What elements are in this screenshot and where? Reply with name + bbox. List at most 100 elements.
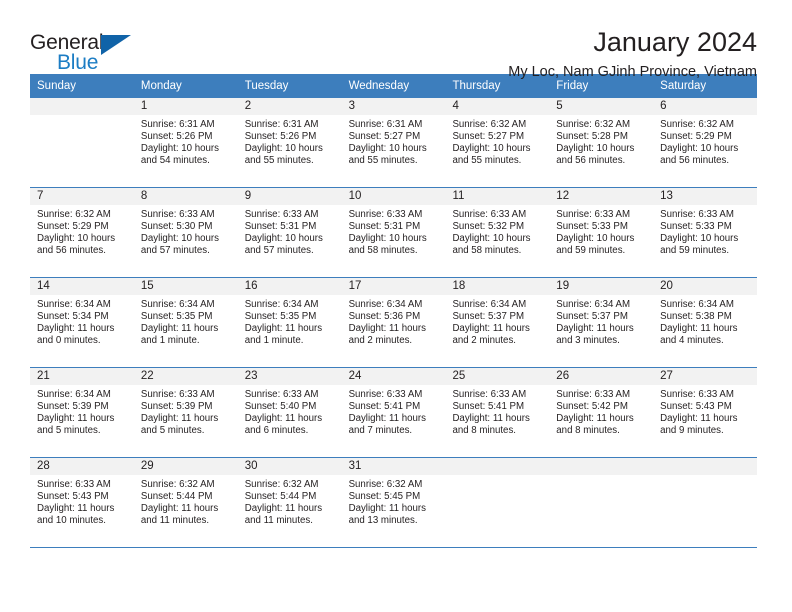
day-number: 4 xyxy=(445,98,550,116)
day-cell-4[interactable]: 4 Sunrise: 6:32 AM Sunset: 5:27 PM Daylight… xyxy=(445,98,550,188)
sunset-text: Sunset: 5:44 PM xyxy=(140,491,213,503)
sunset-text: Sunset: 5:27 PM xyxy=(348,131,421,143)
sunset-text: Sunset: 5:43 PM xyxy=(37,491,109,503)
grid-bottom-border xyxy=(30,547,757,549)
day-cell-28[interactable]: 28 Sunrise: 6:33 AM Sunset: 5:43 PM Dayligh… xyxy=(30,458,134,548)
day-cell-11[interactable]: 11 Sunrise: 6:33 AM Sunset: 5:32 PM Dayligh… xyxy=(445,188,550,278)
sunrise-text: Sunrise: 6:34 AM xyxy=(140,299,215,311)
day-number: 7 xyxy=(30,188,134,206)
sunrise-text: Sunrise: 6:34 AM xyxy=(348,299,423,311)
calendar-week-row: 28 Sunrise: 6:33 AM Sunset: 5:43 PM Dayligh… xyxy=(30,457,758,548)
sunrise-text: Sunrise: 6:31 AM xyxy=(244,119,319,131)
daylight-text-line1: Daylight: 11 hours xyxy=(660,413,738,425)
sunrise-text: Sunrise: 6:31 AM xyxy=(348,119,423,131)
daylight-text-line1: Daylight: 10 hours xyxy=(556,233,635,245)
day-details: Sunrise: 6:33 AM Sunset: 5:32 PM Daylight:… xyxy=(445,205,549,257)
day-cell-19[interactable]: 19 Sunrise: 6:34 AM Sunset: 5:37 PM Dayligh… xyxy=(549,278,654,368)
day-number: 31 xyxy=(341,458,446,476)
sunset-text: Sunset: 5:27 PM xyxy=(452,131,525,143)
day-cell-27[interactable]: 27 Sunrise: 6:33 AM Sunset: 5:43 PM Dayligh… xyxy=(653,368,758,458)
day-cell-1[interactable]: 1 Sunrise: 6:31 AM Sunset: 5:26 PM Daylight… xyxy=(133,98,238,188)
sunrise-text: Sunrise: 6:32 AM xyxy=(452,119,527,131)
daylight-text-line2: and 1 minute. xyxy=(140,335,200,347)
day-cell-31[interactable]: 31 Sunrise: 6:32 AM Sunset: 5:45 PM Dayligh… xyxy=(341,458,446,548)
day-cell-7[interactable]: 7 Sunrise: 6:32 AM Sunset: 5:29 PM Daylight… xyxy=(30,188,134,278)
day-details: Sunrise: 6:32 AM Sunset: 5:29 PM Daylight:… xyxy=(30,205,134,257)
sunset-text: Sunset: 5:39 PM xyxy=(140,401,213,413)
daylight-text-line1: Daylight: 10 hours xyxy=(660,143,739,155)
day-cell-17[interactable]: 17 Sunrise: 6:34 AM Sunset: 5:36 PM Dayligh… xyxy=(341,278,446,368)
daylight-text-line1: Daylight: 11 hours xyxy=(556,413,634,425)
day-details: Sunrise: 6:33 AM Sunset: 5:40 PM Daylight:… xyxy=(238,385,342,437)
day-number: 8 xyxy=(133,188,238,206)
day-details: Sunrise: 6:33 AM Sunset: 5:33 PM Daylight:… xyxy=(653,205,757,257)
day-number: 5 xyxy=(549,98,654,116)
sunrise-text: Sunrise: 6:33 AM xyxy=(244,389,319,401)
weekday-header-monday: Monday xyxy=(140,80,182,92)
page-header: General Blue January 2024 My Loc, Nam GJ… xyxy=(0,0,792,81)
day-cell-8[interactable]: 8 Sunrise: 6:33 AM Sunset: 5:30 PM Daylight… xyxy=(133,188,238,278)
general-blue-logo[interactable]: General Blue xyxy=(30,28,142,78)
weekday-header-wednesday: Wednesday xyxy=(348,80,410,92)
daylight-text-line2: and 59 minutes. xyxy=(556,245,626,257)
day-cell-10[interactable]: 10 Sunrise: 6:33 AM Sunset: 5:31 PM Dayligh… xyxy=(341,188,446,278)
sunrise-text: Sunrise: 6:33 AM xyxy=(660,389,734,401)
day-cell-13[interactable]: 13 Sunrise: 6:33 AM Sunset: 5:33 PM Dayligh… xyxy=(653,188,758,278)
day-cell-21[interactable]: 21 Sunrise: 6:34 AM Sunset: 5:39 PM Dayligh… xyxy=(30,368,134,458)
sunset-text: Sunset: 5:41 PM xyxy=(452,401,525,413)
sunrise-text: Sunrise: 6:34 AM xyxy=(37,299,111,311)
sunset-text: Sunset: 5:41 PM xyxy=(348,401,421,413)
day-details: Sunrise: 6:34 AM Sunset: 5:36 PM Daylight:… xyxy=(342,295,446,347)
sunset-text: Sunset: 5:43 PM xyxy=(660,401,732,413)
sunrise-text: Sunrise: 6:32 AM xyxy=(556,119,631,131)
day-cell-2[interactable]: 2 Sunrise: 6:31 AM Sunset: 5:26 PM Daylight… xyxy=(237,98,342,188)
day-cell-23[interactable]: 23 Sunrise: 6:33 AM Sunset: 5:40 PM Dayligh… xyxy=(237,368,342,458)
day-cell-29[interactable]: 29 Sunrise: 6:32 AM Sunset: 5:44 PM Dayligh… xyxy=(133,458,238,548)
day-details: Sunrise: 6:32 AM Sunset: 5:29 PM Daylight:… xyxy=(653,115,757,167)
daylight-text-line1: Daylight: 11 hours xyxy=(37,413,115,425)
daylight-text-line2: and 10 minutes. xyxy=(37,515,106,527)
day-cell-15[interactable]: 15 Sunrise: 6:34 AM Sunset: 5:35 PM Dayligh… xyxy=(133,278,238,368)
day-cell-25[interactable]: 25 Sunrise: 6:33 AM Sunset: 5:41 PM Dayligh… xyxy=(445,368,550,458)
daylight-text-line1: Daylight: 11 hours xyxy=(452,323,530,335)
day-cell-empty xyxy=(30,98,134,188)
daylight-text-line2: and 1 minute. xyxy=(244,335,304,347)
day-cell-14[interactable]: 14 Sunrise: 6:34 AM Sunset: 5:34 PM Dayligh… xyxy=(30,278,134,368)
weekday-header-saturday: Saturday xyxy=(660,80,707,92)
sunset-text: Sunset: 5:26 PM xyxy=(140,131,213,143)
day-cell-12[interactable]: 12 Sunrise: 6:33 AM Sunset: 5:33 PM Dayligh… xyxy=(549,188,654,278)
sunset-text: Sunset: 5:28 PM xyxy=(556,131,628,143)
sunrise-text: Sunrise: 6:34 AM xyxy=(452,299,527,311)
day-details: Sunrise: 6:33 AM Sunset: 5:43 PM Daylight:… xyxy=(30,475,134,527)
day-number: 11 xyxy=(445,188,550,206)
sunset-text: Sunset: 5:32 PM xyxy=(452,221,525,233)
day-cell-30[interactable]: 30 Sunrise: 6:32 AM Sunset: 5:44 PM Dayligh… xyxy=(237,458,342,548)
day-cell-5[interactable]: 5 Sunrise: 6:32 AM Sunset: 5:28 PM Daylight… xyxy=(549,98,654,188)
daylight-text-line1: Daylight: 11 hours xyxy=(348,323,426,335)
day-cell-26[interactable]: 26 Sunrise: 6:33 AM Sunset: 5:42 PM Dayligh… xyxy=(549,368,654,458)
daylight-text-line1: Daylight: 10 hours xyxy=(140,143,219,155)
daylight-text-line2: and 54 minutes. xyxy=(140,155,210,167)
day-details: Sunrise: 6:34 AM Sunset: 5:38 PM Daylight:… xyxy=(653,295,757,347)
day-cell-6[interactable]: 6 Sunrise: 6:32 AM Sunset: 5:29 PM Daylight… xyxy=(653,98,758,188)
day-cell-3[interactable]: 3 Sunrise: 6:31 AM Sunset: 5:27 PM Daylight… xyxy=(341,98,446,188)
day-cell-16[interactable]: 16 Sunrise: 6:34 AM Sunset: 5:35 PM Dayligh… xyxy=(237,278,342,368)
daylight-text-line1: Daylight: 10 hours xyxy=(452,143,531,155)
day-cell-20[interactable]: 20 Sunrise: 6:34 AM Sunset: 5:38 PM Dayligh… xyxy=(653,278,758,368)
daylight-text-line2: and 3 minutes. xyxy=(556,335,620,347)
day-cell-24[interactable]: 24 Sunrise: 6:33 AM Sunset: 5:41 PM Dayligh… xyxy=(341,368,446,458)
sunrise-text: Sunrise: 6:32 AM xyxy=(660,119,734,131)
day-number: 30 xyxy=(237,458,342,476)
sunset-text: Sunset: 5:34 PM xyxy=(37,311,109,323)
sunrise-text: Sunrise: 6:33 AM xyxy=(556,209,631,221)
day-cell-22[interactable]: 22 Sunrise: 6:33 AM Sunset: 5:39 PM Dayligh… xyxy=(133,368,238,458)
sunset-text: Sunset: 5:38 PM xyxy=(660,311,732,323)
day-cell-18[interactable]: 18 Sunrise: 6:34 AM Sunset: 5:37 PM Dayligh… xyxy=(445,278,550,368)
sunrise-text: Sunrise: 6:34 AM xyxy=(244,299,319,311)
sunrise-text: Sunrise: 6:33 AM xyxy=(37,479,111,491)
weekday-header-tuesday: Tuesday xyxy=(244,80,289,92)
day-cell-9[interactable]: 9 Sunrise: 6:33 AM Sunset: 5:31 PM Daylight… xyxy=(237,188,342,278)
daylight-text-line2: and 56 minutes. xyxy=(660,155,730,167)
logo-text-general: General xyxy=(30,31,104,54)
day-number: 15 xyxy=(133,278,238,296)
